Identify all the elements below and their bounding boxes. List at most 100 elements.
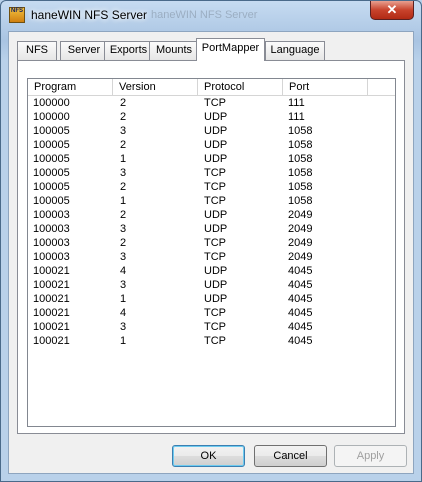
cell-program: 100005 (33, 153, 70, 165)
table-row[interactable]: 100000 2 TCP 111 (28, 96, 395, 110)
cell-program: 100003 (33, 251, 70, 263)
cell-port: 4045 (288, 335, 313, 347)
cell-version: 1 (120, 335, 127, 347)
cell-program: 100021 (33, 265, 70, 277)
cell-version: 2 (120, 97, 127, 109)
cell-version: 4 (120, 265, 127, 277)
ok-button[interactable]: OK (172, 445, 245, 467)
table-row[interactable]: 100003 3 TCP 2049 (28, 250, 395, 264)
table-row[interactable]: 100005 2 UDP 1058 (28, 138, 395, 152)
cell-protocol: UDP (204, 293, 228, 305)
cell-version: 2 (120, 209, 127, 221)
cancel-button[interactable]: Cancel (254, 445, 327, 467)
cell-protocol: UDP (204, 139, 228, 151)
cell-version: 3 (120, 223, 127, 235)
portmapper-list[interactable]: Program Version Protocol Port 100000 2 TCP… (27, 78, 396, 427)
cell-port: 2049 (288, 223, 313, 235)
cell-port: 4045 (288, 293, 313, 305)
cell-protocol: UDP (204, 111, 228, 123)
cell-version: 1 (120, 153, 127, 165)
column-header-program[interactable]: Program (28, 79, 113, 95)
cell-port: 4045 (288, 307, 313, 319)
cell-protocol: TCP (204, 251, 226, 263)
cell-port: 1058 (288, 167, 313, 179)
tab-language[interactable]: Language (265, 41, 325, 60)
cell-protocol: TCP (204, 321, 226, 333)
cell-program: 100003 (33, 223, 70, 235)
cell-protocol: TCP (204, 335, 226, 347)
table-row[interactable]: 100005 3 UDP 1058 (28, 124, 395, 138)
table-row[interactable]: 100000 2 UDP 111 (28, 110, 395, 124)
table-row[interactable]: 100021 4 TCP 4045 (28, 306, 395, 320)
tab-mounts[interactable]: Mounts (149, 41, 199, 60)
cell-program: 100021 (33, 279, 70, 291)
cell-program: 100021 (33, 307, 70, 319)
cell-program: 100021 (33, 321, 70, 333)
cell-port: 2049 (288, 237, 313, 249)
portmapper-panel: Program Version Protocol Port 100000 2 TCP… (17, 60, 405, 434)
window-title: haneWIN NFS Server (31, 8, 148, 22)
table-row[interactable]: 100003 3 UDP 2049 (28, 222, 395, 236)
cell-program: 100021 (33, 293, 70, 305)
tab-server[interactable]: Server (60, 41, 108, 60)
cell-version: 3 (120, 251, 127, 263)
cell-port: 4045 (288, 265, 313, 277)
cell-protocol: TCP (204, 167, 226, 179)
cell-port: 2049 (288, 209, 313, 221)
table-row[interactable]: 100003 2 TCP 2049 (28, 236, 395, 250)
table-row[interactable]: 100005 1 UDP 1058 (28, 152, 395, 166)
cell-version: 3 (120, 321, 127, 333)
list-header: Program Version Protocol Port (28, 79, 395, 96)
tab-portmapper[interactable]: PortMapper (196, 38, 265, 61)
cell-version: 1 (120, 293, 127, 305)
cell-port: 4045 (288, 279, 313, 291)
cell-protocol: UDP (204, 265, 228, 277)
close-button[interactable]: ✕ (370, 1, 414, 20)
cell-protocol: TCP (204, 181, 226, 193)
column-header-protocol[interactable]: Protocol (198, 79, 283, 95)
title-bar[interactable]: NFS haneWIN NFS Server haneWIN NFS Serve… (1, 1, 421, 31)
table-row[interactable]: 100021 1 TCP 4045 (28, 334, 395, 348)
column-header-port[interactable]: Port (283, 79, 368, 95)
table-row[interactable]: 100005 1 TCP 1058 (28, 194, 395, 208)
cell-version: 2 (120, 181, 127, 193)
nfs-server-app-icon: NFS (9, 7, 25, 23)
cell-program: 100005 (33, 167, 70, 179)
cell-protocol: UDP (204, 125, 228, 137)
table-row[interactable]: 100021 1 UDP 4045 (28, 292, 395, 306)
cell-protocol: TCP (204, 307, 226, 319)
dialog-client-area: NFS Server Exports Mounts PortMapper Lan… (8, 31, 414, 474)
cell-version: 2 (120, 111, 127, 123)
cell-program: 100021 (33, 335, 70, 347)
app-window: NFS haneWIN NFS Server haneWIN NFS Serve… (0, 0, 422, 482)
cell-protocol: TCP (204, 195, 226, 207)
background-window-title: haneWIN NFS Server (151, 9, 258, 21)
table-row[interactable]: 100021 4 UDP 4045 (28, 264, 395, 278)
cell-version: 4 (120, 307, 127, 319)
cell-protocol: UDP (204, 153, 228, 165)
table-row[interactable]: 100021 3 UDP 4045 (28, 278, 395, 292)
tab-exports[interactable]: Exports (104, 41, 153, 60)
cell-version: 2 (120, 139, 127, 151)
table-row[interactable]: 100003 2 UDP 2049 (28, 208, 395, 222)
cell-port: 1058 (288, 153, 313, 165)
apply-button[interactable]: Apply (334, 445, 407, 467)
table-row[interactable]: 100005 2 TCP 1058 (28, 180, 395, 194)
column-header-version[interactable]: Version (113, 79, 198, 95)
table-row[interactable]: 100005 3 TCP 1058 (28, 166, 395, 180)
cell-version: 3 (120, 279, 127, 291)
cell-program: 100000 (33, 97, 70, 109)
cell-program: 100003 (33, 209, 70, 221)
cell-program: 100005 (33, 125, 70, 137)
table-row[interactable]: 100021 3 TCP 4045 (28, 320, 395, 334)
tab-nfs[interactable]: NFS (17, 41, 57, 60)
cell-protocol: TCP (204, 237, 226, 249)
cell-version: 3 (120, 167, 127, 179)
cell-port: 111 (288, 111, 305, 123)
cell-protocol: UDP (204, 223, 228, 235)
cell-version: 1 (120, 195, 127, 207)
cell-version: 3 (120, 125, 127, 137)
cell-protocol: TCP (204, 97, 226, 109)
cell-program: 100003 (33, 237, 70, 249)
cell-protocol: UDP (204, 279, 228, 291)
